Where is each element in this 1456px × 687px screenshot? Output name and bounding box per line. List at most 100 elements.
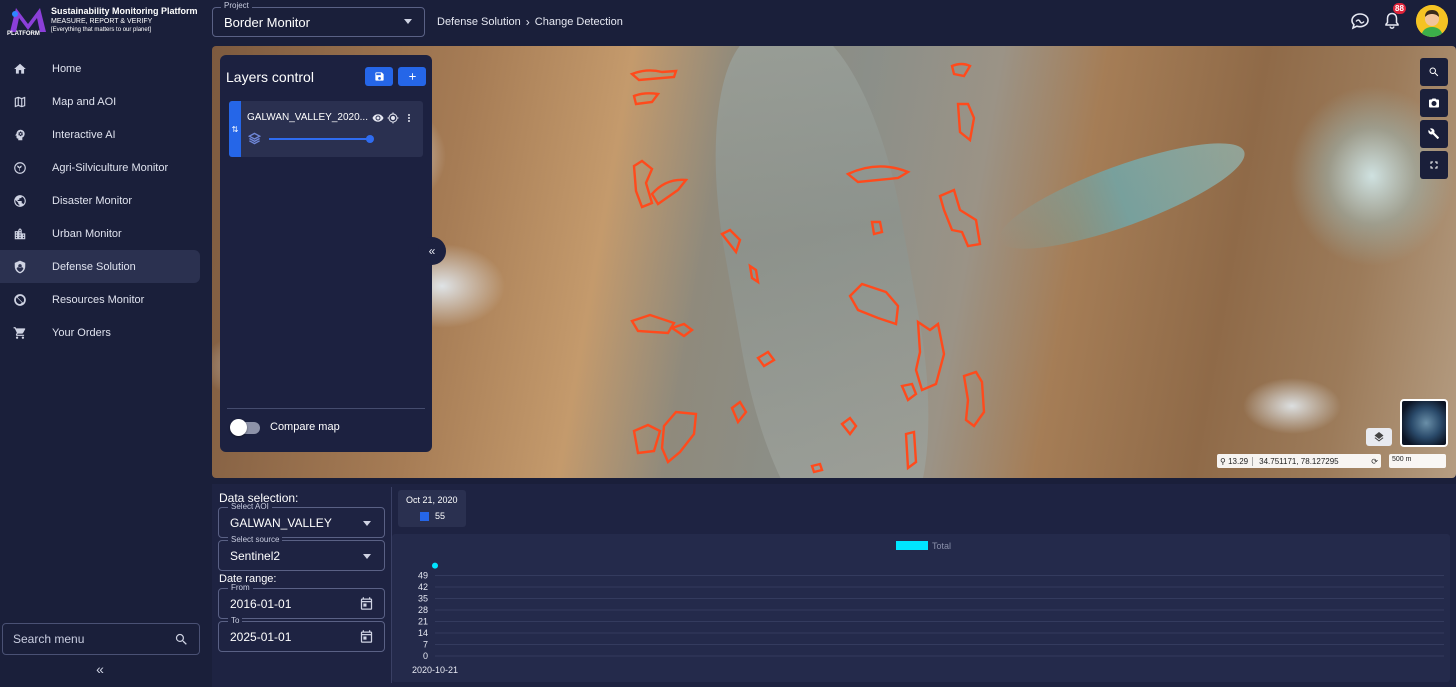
sidebar-item-interactive-ai[interactable]: Interactive AI (0, 118, 200, 151)
change-polygon (720, 228, 742, 255)
project-value: Border Monitor (224, 15, 310, 30)
y-tick-label: 0 (423, 651, 428, 661)
sidebar-item-home[interactable]: Home (0, 52, 200, 85)
y-tick-label: 7 (423, 640, 428, 650)
sidebar-nav: Home Map and AOI Interactive AI Agri-Sil… (0, 52, 204, 349)
change-polygon (630, 313, 676, 335)
series-swatch (420, 512, 429, 521)
calendar-icon[interactable] (359, 629, 374, 644)
select-source-legend: Select source (228, 535, 283, 544)
change-count-chart: 07 1421 2835 4249 2020-10-21 Total (412, 541, 1444, 675)
sidebar-item-label: Urban Monitor (52, 227, 122, 240)
change-polygon (904, 430, 918, 471)
sidebar-item-map-and-aoi[interactable]: Map and AOI (0, 85, 200, 118)
change-polygon (632, 92, 661, 106)
basemap-thumbnail[interactable] (1400, 399, 1448, 447)
select-aoi-value: GALWAN_VALLEY (230, 516, 332, 530)
bell-icon[interactable] (1384, 12, 1400, 30)
brand-title: Sustainability Monitoring Platform (51, 6, 198, 16)
layers-control-panel: Layers control ⇅ GALWAN_VALLEY_2020... C… (220, 55, 432, 452)
from-date-field[interactable]: From 2016-01-01 (218, 583, 385, 619)
select-aoi-legend: Select AOI (228, 502, 272, 511)
refresh-icon[interactable]: ⟳ (1371, 457, 1378, 466)
layer-name: GALWAN_VALLEY_2020... (247, 112, 368, 123)
avatar[interactable] (1416, 5, 1448, 37)
change-polygon (632, 159, 654, 209)
sidebar-item-urban-monitor[interactable]: Urban Monitor (0, 217, 200, 250)
date-card-value: 55 (435, 511, 446, 521)
change-polygon (956, 102, 976, 143)
from-date-value: 2016-01-01 (230, 597, 292, 611)
globe-icon (12, 193, 28, 209)
y-tick-label: 49 (418, 571, 428, 581)
toggle-knob[interactable] (230, 419, 247, 436)
save-layers-button[interactable] (365, 67, 393, 86)
city-icon (12, 226, 28, 242)
lat-lng: 34.751171, 78.127295 (1259, 456, 1339, 466)
project-legend: Project (221, 1, 252, 10)
change-polygon (748, 263, 760, 285)
change-polygon (938, 188, 982, 248)
x-tick-label: 2020-10-21 (412, 665, 458, 675)
change-polygon (632, 423, 662, 455)
date-card-date: Oct 21, 2020 (406, 495, 458, 505)
sidebar-collapse-icon[interactable]: « (92, 661, 108, 677)
opacity-slider-track[interactable] (269, 138, 370, 140)
layers-control-title: Layers control (226, 69, 314, 85)
sidebar-item-defense-solution[interactable]: Defense Solution (0, 250, 200, 283)
logo-text: PLATFORM (7, 31, 40, 37)
map-toolbar (1420, 58, 1448, 182)
sidebar-item-label: Defense Solution (52, 260, 136, 273)
sidebar-item-label: Home (52, 62, 82, 75)
sidebar-item-label: Agri-Silviculture Monitor (52, 161, 169, 174)
camera-icon (1429, 98, 1439, 108)
more-vertical-icon[interactable] (403, 111, 415, 123)
project-select[interactable]: Project Border Monitor (212, 1, 425, 37)
brand[interactable]: PLATFORM Sustainability Monitoring Platf… (6, 4, 202, 40)
search-menu-input[interactable]: Search menu (2, 623, 200, 655)
zoom-icon: ⚲ (1220, 456, 1229, 466)
change-polygon (650, 178, 689, 206)
sidebar-item-agri-silviculture-monitor[interactable]: Agri-Silviculture Monitor (0, 151, 200, 184)
calendar-icon[interactable] (359, 596, 374, 611)
breadcrumb-item[interactable]: Defense Solution (437, 16, 521, 28)
y-tick-label: 28 (418, 605, 428, 615)
platform-logo-icon: PLATFORM (7, 8, 46, 37)
change-polygon (900, 382, 918, 402)
select-source[interactable]: Select source Sentinel2 (218, 535, 385, 571)
shield-icon (12, 259, 28, 275)
data-point (432, 562, 438, 569)
scale-label: 500 m (1392, 456, 1412, 463)
plant-icon (12, 160, 28, 176)
layers-icon (1374, 432, 1384, 442)
add-layer-button[interactable] (398, 67, 426, 86)
map-search-button[interactable] (1420, 58, 1448, 86)
chat-icon[interactable] (1350, 12, 1370, 30)
sidebar-item-your-orders[interactable]: Your Orders (0, 316, 200, 349)
zoom-level: ⚲ 13.29 (1220, 456, 1254, 466)
to-date-field[interactable]: To 2025-01-01 (218, 616, 385, 652)
collapse-panel-icon[interactable]: « (418, 237, 446, 265)
date-summary-card[interactable]: Oct 21, 2020 55 (398, 490, 466, 527)
y-tick-label: 14 (418, 628, 428, 638)
search-menu-label: Search menu (13, 632, 85, 646)
sidebar-item-disaster-monitor[interactable]: Disaster Monitor (0, 184, 200, 217)
tools-icon (1428, 128, 1439, 139)
change-polygon (810, 462, 824, 474)
layer-item[interactable]: ⇅ GALWAN_VALLEY_2020... (229, 101, 423, 157)
basemap-layers-button[interactable] (1366, 428, 1392, 446)
notification-badge: 88 (1393, 3, 1406, 14)
visibility-eye-icon[interactable] (372, 111, 384, 123)
home-icon (12, 61, 28, 77)
map-screenshot-button[interactable] (1420, 89, 1448, 117)
zoom-to-layer-icon[interactable] (387, 111, 399, 124)
opacity-slider-thumb[interactable] (366, 135, 374, 143)
drag-handle-icon[interactable]: ⇅ (229, 101, 241, 157)
sidebar-item-label: Disaster Monitor (52, 194, 133, 207)
change-polygon (730, 400, 748, 425)
select-aoi[interactable]: Select AOI GALWAN_VALLEY (218, 502, 385, 538)
map-tools-button[interactable] (1420, 120, 1448, 148)
sidebar-item-resources-monitor[interactable]: Resources Monitor (0, 283, 200, 316)
chevron-down-icon (404, 19, 412, 24)
map-fullscreen-button[interactable] (1420, 151, 1448, 179)
